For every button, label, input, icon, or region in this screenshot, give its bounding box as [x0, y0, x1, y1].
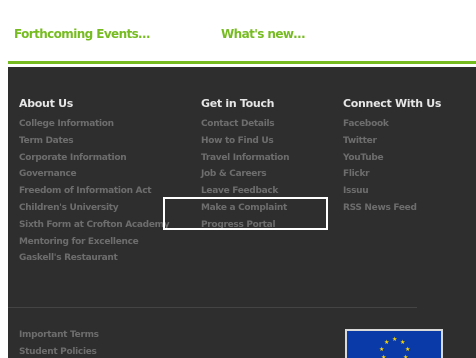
footer-link-how-to-find-us[interactable]: How to Find Us: [201, 135, 289, 152]
connect-with-us-heading: Connect With Us: [343, 97, 442, 110]
footer-link-travel-information[interactable]: Travel Information: [201, 152, 289, 169]
footer-link-facebook[interactable]: Facebook: [343, 118, 441, 135]
footer-link-youtube[interactable]: YouTube: [343, 152, 441, 169]
footer-link-contact-details[interactable]: Contact Details: [201, 118, 289, 135]
eu-star-icon: ★: [392, 336, 398, 343]
eu-star-icon: ★: [384, 339, 390, 346]
footer-link-twitter[interactable]: Twitter: [343, 135, 441, 152]
footer-link-jobs-careers[interactable]: Job & Careers: [201, 168, 289, 185]
eu-star-icon: ★: [405, 346, 411, 353]
eu-flag-icon: ★ ★ ★ ★ ★ ★ ★ ★ ★: [345, 329, 443, 358]
footer-link-childrens-university[interactable]: Children's University: [19, 202, 169, 219]
about-us-heading: About Us: [19, 97, 73, 110]
footer-link-rss-news-feed[interactable]: RSS News Feed: [343, 202, 441, 219]
footer-divider: [8, 307, 417, 308]
footer-link-governance[interactable]: Governance: [19, 168, 169, 185]
connect-with-us-links: Facebook Twitter YouTube Flickr Issuu RS…: [343, 118, 441, 219]
footer-link-gaskells-restaurant[interactable]: Gaskell's Restaurant: [19, 252, 169, 269]
whats-new-link[interactable]: What's new…: [221, 27, 305, 41]
about-us-column: About Us College Information Term Dates …: [19, 97, 170, 269]
get-in-touch-heading: Get in Touch: [201, 97, 275, 110]
footer-link-important-terms[interactable]: Important Terms: [19, 329, 99, 346]
footer-link-college-information[interactable]: College Information: [19, 118, 169, 135]
footer-link-corporate-information[interactable]: Corporate Information: [19, 152, 169, 169]
forthcoming-events-link[interactable]: Forthcoming Events…: [14, 27, 150, 41]
eu-star-icon: ★: [379, 346, 385, 353]
footer-link-mentoring[interactable]: Mentoring for Excellence: [19, 236, 169, 253]
about-us-links: College Information Term Dates Corporate…: [19, 118, 170, 269]
footer-link-flickr[interactable]: Flickr: [343, 168, 441, 185]
top-news-strip: Forthcoming Events… What's new…: [8, 8, 476, 64]
footer-link-student-policies[interactable]: Student Policies: [19, 346, 99, 358]
footer-link-issuu[interactable]: Issuu: [343, 185, 441, 202]
footer-link-sixth-form[interactable]: Sixth Form at Crofton Academy: [19, 219, 170, 236]
footer-link-term-dates[interactable]: Term Dates: [19, 135, 169, 152]
progress-portal-highlight-box: [163, 197, 328, 230]
connect-with-us-column: Connect With Us Facebook Twitter YouTube…: [343, 98, 441, 219]
legal-links: Important Terms Student Policies: [19, 329, 99, 358]
footer-link-freedom-of-information[interactable]: Freedom of Information Act: [19, 185, 169, 202]
page-footer-region: Forthcoming Events… What's new… About Us…: [8, 8, 476, 358]
